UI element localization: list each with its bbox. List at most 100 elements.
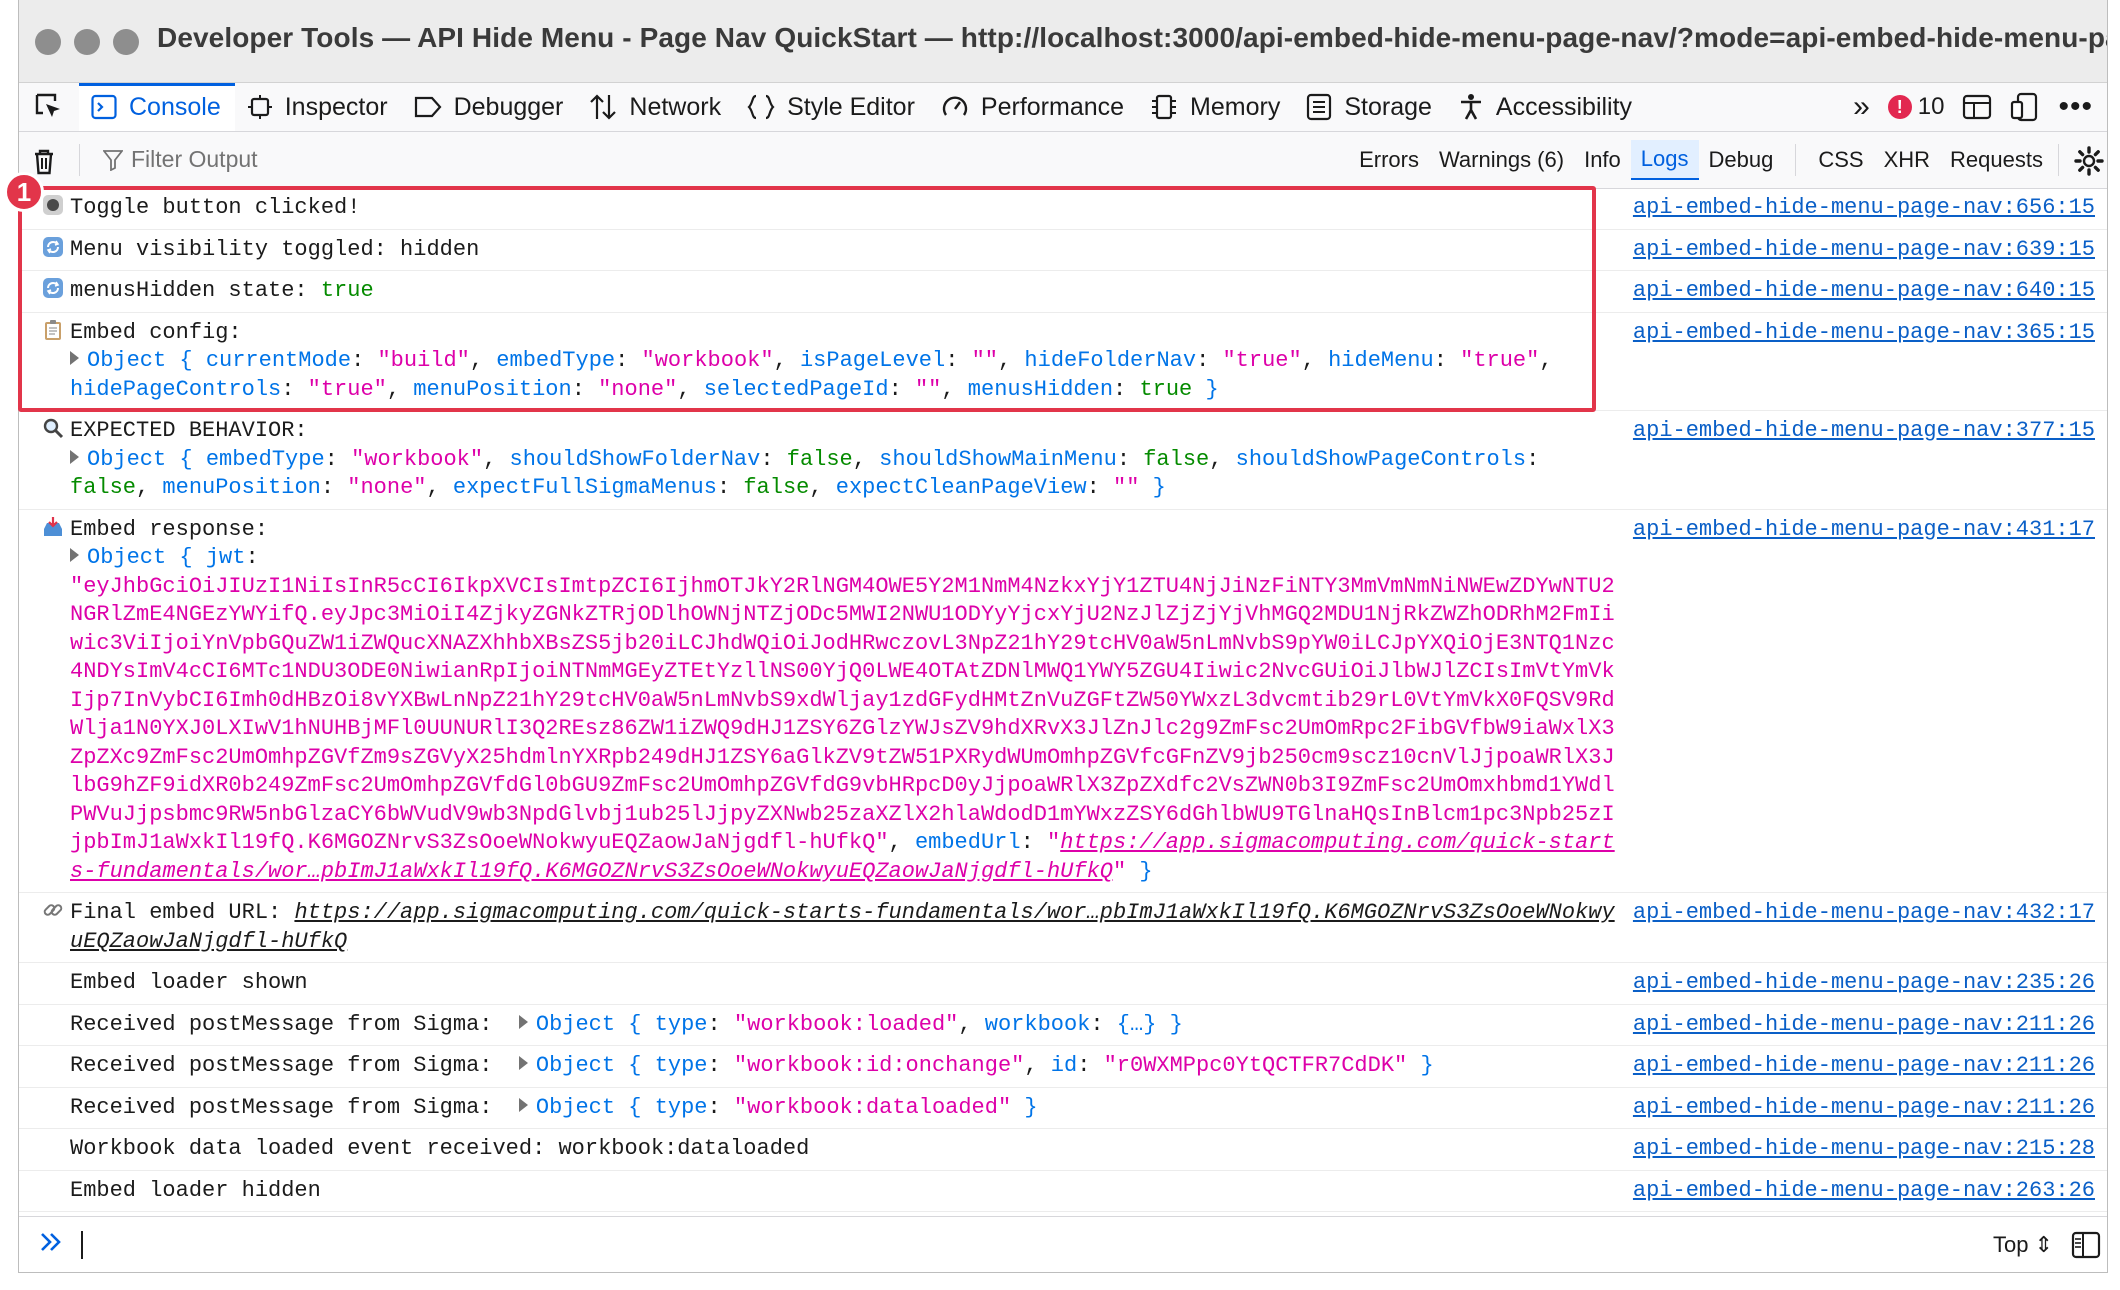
tab-storage[interactable]: Storage	[1294, 83, 1446, 131]
tab-performance[interactable]: Performance	[929, 83, 1138, 131]
source-location-link[interactable]: api-embed-hide-menu-page-nav:211:26	[1633, 1011, 2095, 1040]
message-fragment: ,	[136, 475, 163, 500]
object-key: embedType	[205, 446, 325, 472]
final-url-link[interactable]: https://app.sigmacomputing.com/quick-sta…	[70, 900, 1615, 954]
filter-css-button[interactable]: CSS	[1808, 140, 1873, 180]
console-settings-gear-icon[interactable]	[2073, 145, 2105, 177]
tab-memory[interactable]: Memory	[1138, 83, 1294, 131]
object-label[interactable]: Object {	[536, 1095, 655, 1120]
source-location-link[interactable]: api-embed-hide-menu-page-nav:640:15	[1633, 277, 2095, 306]
object-label[interactable]: }	[1126, 859, 1152, 884]
message-fragment: ,	[809, 475, 836, 500]
tab-accessibility[interactable]: Accessibility	[1446, 83, 1646, 131]
minimize-window-button[interactable]	[74, 29, 100, 55]
source-location-link[interactable]: api-embed-hide-menu-page-nav:263:26	[1633, 1177, 2095, 1206]
message-text: Workbook data loaded event received: wor…	[70, 1135, 1625, 1164]
source-location-link[interactable]: api-embed-hide-menu-page-nav:656:15	[1633, 194, 2095, 223]
object-label[interactable]: }	[1407, 1053, 1433, 1078]
highlight-annotation-box	[18, 186, 1596, 412]
object-key: menuPosition	[162, 475, 321, 500]
object-label[interactable]: Object {	[536, 1012, 655, 1037]
console-message: Embed response: Object { jwt: "eyJhbGciO…	[19, 510, 2107, 893]
filter-debug-button[interactable]: Debug	[1699, 140, 1784, 180]
close-window-button[interactable]	[35, 29, 61, 55]
string-value: "	[1112, 858, 1127, 884]
object-key: shouldShowFolderNav	[509, 446, 761, 472]
clear-console-icon[interactable]	[29, 146, 59, 176]
source-location-link[interactable]: api-embed-hide-menu-page-nav:365:15	[1633, 319, 2095, 348]
object-label[interactable]: }	[1139, 475, 1166, 500]
filter-xhr-button[interactable]: XHR	[1874, 140, 1940, 180]
object-label[interactable]: Object {	[87, 545, 206, 570]
object-label[interactable]: {…}	[1117, 1012, 1157, 1037]
message-text: Embed loader hidden	[70, 1177, 1625, 1206]
source-location-link[interactable]: api-embed-hide-menu-page-nav:211:26	[1633, 1094, 2095, 1123]
console-input[interactable]	[81, 1231, 83, 1259]
string-value: "workbook:id:onchange"	[733, 1053, 1025, 1078]
object-key: expectCleanPageView	[835, 475, 1087, 500]
string-value: "r0WXMPpc0YtQCTFR7CdDK"	[1103, 1053, 1408, 1078]
element-picker-button[interactable]	[19, 83, 79, 131]
tab-label: Storage	[1344, 92, 1432, 121]
source-location-link[interactable]: api-embed-hide-menu-page-nav:432:17	[1633, 899, 2095, 928]
window-controls	[35, 29, 139, 55]
more-tools-icon[interactable]: »	[1853, 90, 1870, 124]
debugger-icon	[414, 95, 442, 119]
filter-errors-button[interactable]: Errors	[1349, 140, 1429, 180]
message-fragment: :	[1090, 1011, 1117, 1037]
toggle-sidebar-icon[interactable]	[2071, 1231, 2101, 1259]
more-options-icon[interactable]: •••	[2058, 90, 2093, 124]
expand-object-twisty-icon[interactable]	[70, 548, 79, 562]
console-message: Workbook data loaded event received: wor…	[19, 1129, 2107, 1171]
tab-console[interactable]: Console	[79, 83, 235, 131]
source-location-link[interactable]: api-embed-hide-menu-page-nav:215:28	[1633, 1135, 2095, 1164]
literal-value: false	[743, 475, 810, 500]
accessibility-icon	[1458, 93, 1484, 121]
console-icon	[91, 94, 117, 120]
object-label[interactable]: Object {	[87, 447, 206, 472]
toolbar-right: » ! 10 •••	[1853, 83, 2107, 131]
tab-style-editor[interactable]: Style Editor	[735, 83, 929, 131]
object-label[interactable]: }	[1011, 1095, 1037, 1120]
tab-network[interactable]: Network	[577, 83, 735, 131]
message-fragment: :	[716, 475, 744, 500]
error-count-badge[interactable]: ! 10	[1887, 93, 1944, 121]
message-fragment: :	[320, 475, 348, 500]
object-label[interactable]: }	[1156, 1012, 1183, 1037]
tab-debugger[interactable]: Debugger	[402, 83, 578, 131]
memory-icon	[1150, 93, 1178, 121]
expand-object-twisty-icon[interactable]	[518, 1097, 528, 1112]
filter-output-input[interactable]: Filter Output	[103, 146, 258, 173]
expand-object-twisty-icon[interactable]	[70, 449, 79, 464]
object-key: expectFullSigmaMenus	[452, 475, 717, 500]
object-label[interactable]: Object {	[536, 1053, 655, 1078]
annotation-badge: 1	[4, 172, 44, 212]
expand-object-twisty-icon[interactable]	[518, 1056, 528, 1070]
tab-label: Network	[629, 92, 722, 121]
inbox-icon	[42, 516, 64, 538]
filter-info-button[interactable]: Info	[1574, 140, 1631, 180]
message-fragment: ,	[888, 830, 915, 855]
tab-inspector[interactable]: Inspector	[235, 83, 402, 131]
console-message: Received postMessage from Sigma: Object …	[19, 1088, 2107, 1129]
source-location-link[interactable]: api-embed-hide-menu-page-nav:235:26	[1633, 969, 2095, 998]
responsive-design-icon[interactable]	[2010, 92, 2040, 122]
split-console-icon[interactable]	[1962, 93, 1992, 121]
source-location-link[interactable]: api-embed-hide-menu-page-nav:211:26	[1633, 1052, 2095, 1081]
object-key: type	[654, 1011, 708, 1037]
context-selector[interactable]: Top ⇕	[1993, 1232, 2053, 1258]
source-location-link[interactable]: api-embed-hide-menu-page-nav:377:15	[1633, 417, 2095, 446]
source-location-link[interactable]: api-embed-hide-menu-page-nav:639:15	[1633, 236, 2095, 265]
filter-warnings-button[interactable]: Warnings (6)	[1429, 140, 1574, 180]
filter-logs-button[interactable]: Logs	[1630, 140, 1699, 180]
message-text: Embed response: Object { jwt: "eyJhbGciO…	[44, 516, 1625, 887]
zoom-window-button[interactable]	[113, 29, 139, 55]
object-key: workbook	[984, 1011, 1091, 1037]
string-value: "none"	[347, 475, 427, 500]
separator	[2058, 144, 2059, 176]
filter-requests-button[interactable]: Requests	[1940, 140, 2053, 180]
filter-bar: Filter Output Errors Warnings (6) Info Logs…	[19, 132, 2107, 189]
source-location-link[interactable]: api-embed-hide-menu-page-nav:431:17	[1633, 516, 2095, 545]
performance-icon	[941, 93, 969, 121]
expand-object-twisty-icon[interactable]	[518, 1014, 528, 1029]
